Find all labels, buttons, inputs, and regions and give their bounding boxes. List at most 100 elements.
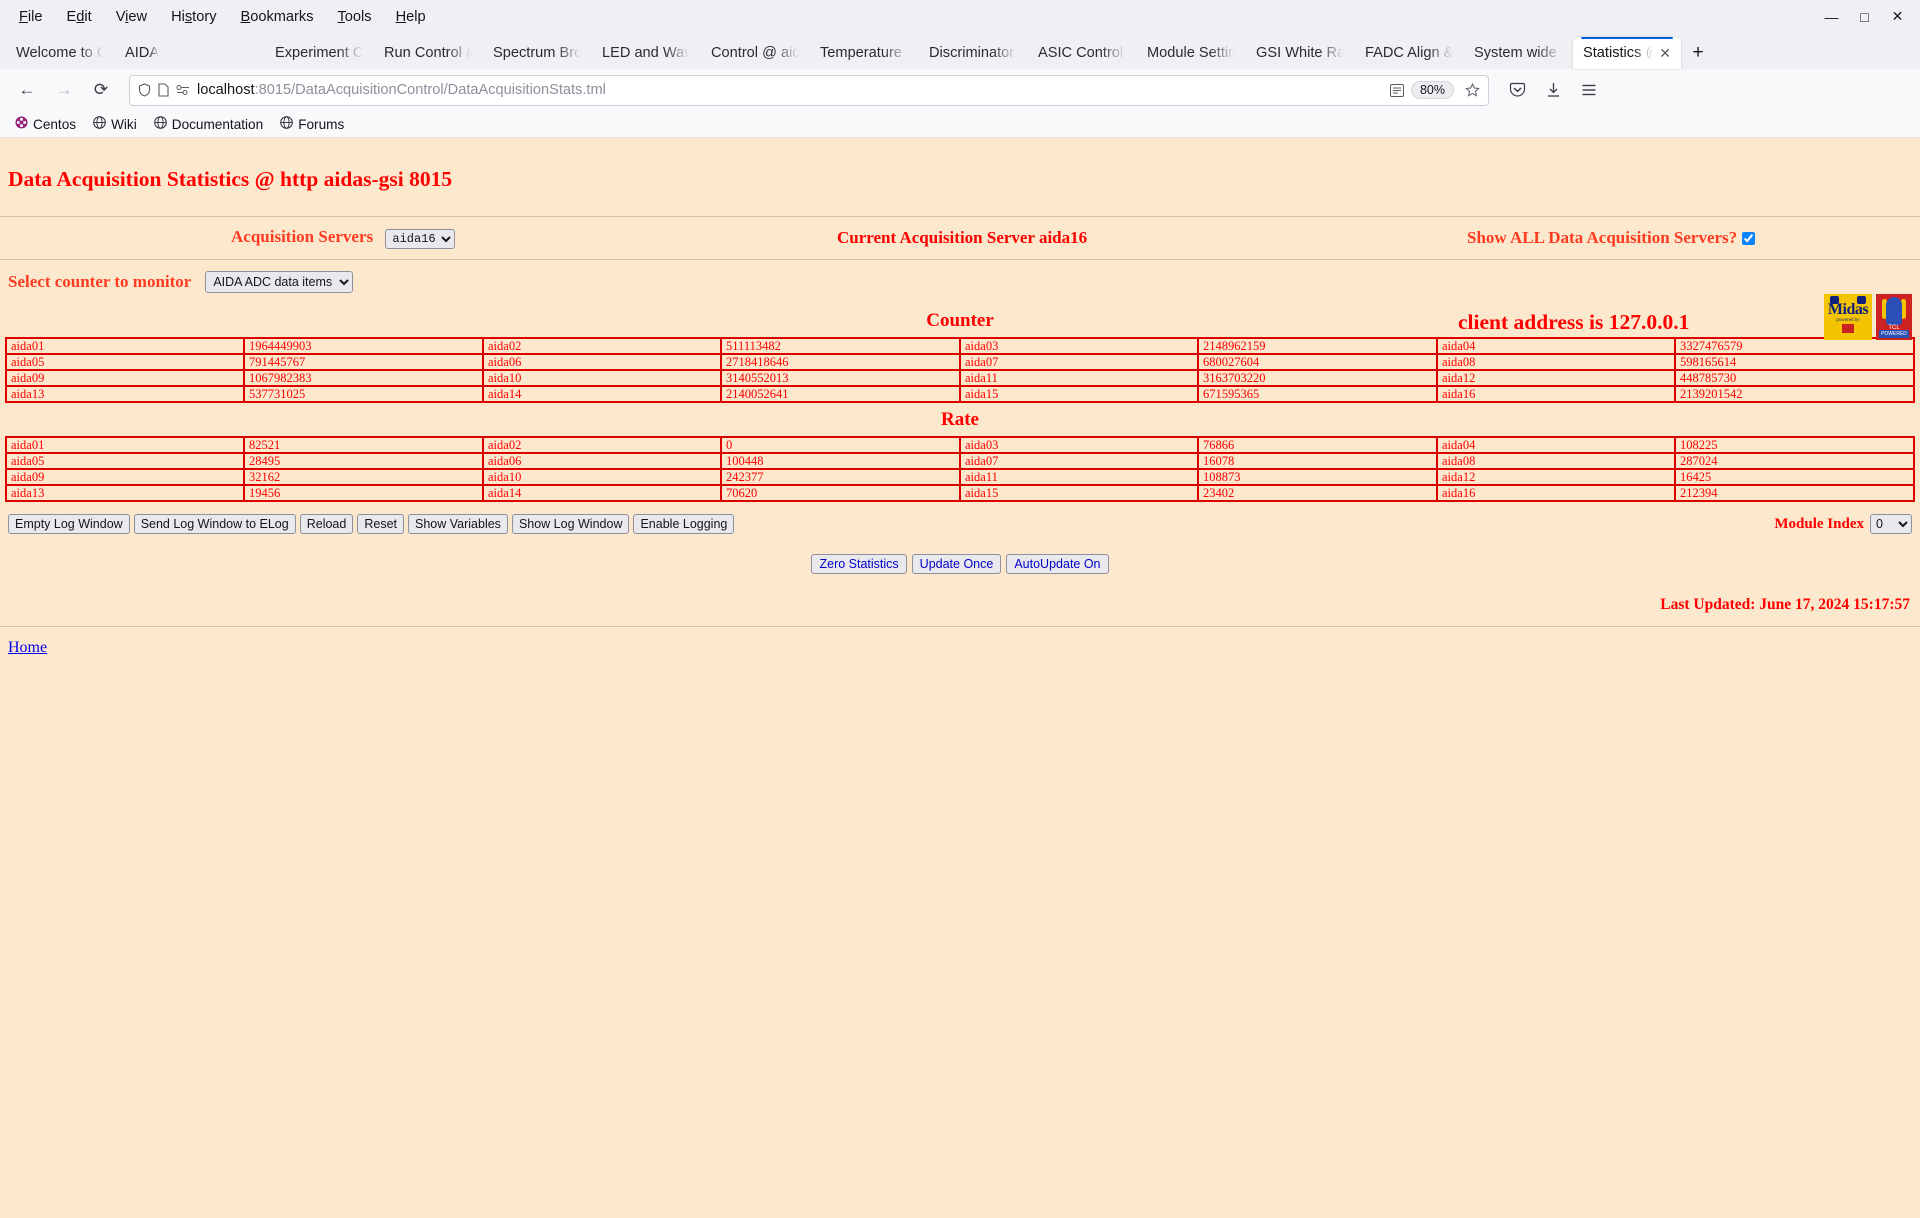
menu-bookmarks[interactable]: Bookmarks: [230, 5, 325, 29]
maximize-icon[interactable]: □: [1848, 1, 1881, 32]
rate-cell-label: aida06: [482, 452, 722, 470]
page-header: Data Acquisition Statistics @ http aidas…: [0, 138, 1920, 216]
reload-icon[interactable]: ⟳: [84, 74, 118, 106]
minimize-icon[interactable]: —: [1815, 1, 1848, 32]
rate-cell-label: aida08: [1436, 452, 1676, 470]
forward-icon[interactable]: →: [47, 74, 81, 106]
zero-statistics-button[interactable]: Zero Statistics: [811, 554, 907, 574]
zoom-level-indicator[interactable]: 80%: [1410, 81, 1454, 99]
menu-file[interactable]: FFileile: [8, 5, 54, 29]
midas-corner-right-icon: [1857, 296, 1866, 304]
navigation-toolbar: ← → ⟳ localhost:8015/DataAcquisitionCont…: [0, 69, 1920, 111]
reader-mode-icon[interactable]: [1389, 83, 1404, 97]
rate-cell-value: 242377: [720, 468, 961, 486]
tab-control[interactable]: Control @ aidas: [701, 37, 809, 69]
counter-cell-value: 1067982383: [243, 369, 484, 387]
bookmark-centos[interactable]: Centos: [8, 114, 83, 134]
tab-statistics[interactable]: Statistics @ a ✕: [1573, 37, 1681, 69]
show-log-window-button[interactable]: Show Log Window: [511, 514, 630, 534]
acquisition-servers-select[interactable]: aida16: [385, 229, 456, 249]
tab-gsi-white-rabbit[interactable]: GSI White Rabbi: [1246, 37, 1354, 69]
menu-edit[interactable]: Edit: [56, 5, 103, 29]
menu-view[interactable]: View: [105, 5, 158, 29]
tab-fadc-align[interactable]: FADC Align & C: [1355, 37, 1463, 69]
tab-led-and-waveform[interactable]: LED and Wavefo: [592, 37, 700, 69]
close-icon[interactable]: ✕: [1881, 1, 1914, 32]
menu-help[interactable]: Help: [385, 5, 437, 29]
back-icon[interactable]: ←: [10, 74, 44, 106]
rate-cell-value: 76866: [1197, 436, 1438, 454]
pocket-icon[interactable]: [1500, 74, 1534, 106]
autoupdate-on-button[interactable]: AutoUpdate On: [1006, 554, 1109, 574]
tab-blank[interactable]: [226, 37, 264, 69]
counter-select[interactable]: AIDA ADC data items: [205, 271, 354, 293]
rate-cell-value: 287024: [1674, 452, 1915, 470]
bookmark-forums[interactable]: Forums: [273, 114, 351, 134]
tab-temperature[interactable]: Temperature an: [810, 37, 918, 69]
table-row: aida01 82521 aida02 0 aida03 76866 aida0…: [5, 436, 1915, 454]
rate-section-title: Rate: [941, 409, 979, 430]
bookmark-wiki[interactable]: Wiki: [86, 114, 144, 134]
new-tab-button[interactable]: +: [1682, 37, 1714, 69]
download-icon[interactable]: [1536, 74, 1570, 106]
tab-close-icon[interactable]: ✕: [1659, 45, 1671, 62]
menu-history[interactable]: History: [160, 5, 227, 29]
reload-button[interactable]: Reload: [299, 514, 354, 534]
counter-cell-label: aida04: [1436, 337, 1676, 355]
tab-run-control[interactable]: Run Control @ a: [374, 37, 482, 69]
rate-cell-value: 28495: [243, 452, 484, 470]
counter-cell-label: aida14: [482, 385, 722, 403]
counter-table-body: aida01 1964449903 aida02 511113482 aida0…: [5, 337, 1915, 403]
counter-cell-value: 791445767: [243, 353, 484, 371]
rate-cell-label: aida07: [959, 452, 1199, 470]
tab-discriminator[interactable]: Discriminator co: [919, 37, 1027, 69]
rate-cell-value: 19456: [243, 484, 484, 502]
tab-strip: Welcome to Cen AIDA Experiment Cont Run …: [0, 33, 1920, 69]
table-row: aida05 28495 aida06 100448 aida07 16078 …: [5, 452, 1915, 470]
bookmark-label: Centos: [33, 116, 77, 132]
table-row: aida13 19456 aida14 70620 aida15 23402 a…: [5, 484, 1915, 502]
rate-cell-value: 82521: [243, 436, 484, 454]
rate-cell-label: aida05: [5, 452, 245, 470]
url-bar[interactable]: localhost:8015/DataAcquisitionControl/Da…: [129, 74, 1489, 106]
tab-aida[interactable]: AIDA: [115, 37, 225, 69]
tab-welcome-to-centos[interactable]: Welcome to Cen: [6, 37, 114, 69]
page-info-icon[interactable]: [158, 83, 169, 97]
url-text: localhost:8015/DataAcquisitionControl/Da…: [197, 82, 1383, 98]
bookmark-star-icon[interactable]: [1465, 83, 1480, 97]
rate-table: aida01 82521 aida02 0 aida03 76866 aida0…: [5, 436, 1915, 502]
app-menu-icon[interactable]: [1572, 74, 1606, 106]
page-title: Data Acquisition Statistics @ http aidas…: [8, 166, 453, 191]
window-controls: — □ ✕: [1815, 0, 1914, 33]
rate-cell-value: 108873: [1197, 468, 1438, 486]
tracking-protection-icon[interactable]: [176, 84, 190, 96]
log-button-row: Empty Log Window Send Log Window to ELog…: [0, 502, 1920, 534]
tcl-logo-text: TCL: [1888, 325, 1900, 331]
counter-cell-label: aida06: [482, 353, 722, 371]
show-all-servers-checkbox[interactable]: [1742, 231, 1756, 245]
module-index-select[interactable]: 0: [1870, 514, 1912, 534]
tab-system-wide[interactable]: System wide Ch: [1464, 37, 1572, 69]
empty-log-window-button[interactable]: Empty Log Window: [8, 514, 130, 534]
counter-cell-label: aida02: [482, 337, 722, 355]
counter-cell-value: 448785730: [1674, 369, 1915, 387]
counter-cell-value: 3140552013: [720, 369, 961, 387]
menu-tools[interactable]: Tools: [327, 5, 383, 29]
show-all-servers-group: Show ALL Data Acquisition Servers?: [1467, 228, 1756, 248]
reset-button[interactable]: Reset: [357, 514, 404, 534]
tab-spectrum-browser[interactable]: Spectrum Brows: [483, 37, 591, 69]
update-once-button[interactable]: Update Once: [911, 554, 1002, 574]
rate-cell-label: aida11: [959, 468, 1199, 486]
tab-asic-control[interactable]: ASIC Control @: [1028, 37, 1136, 69]
tab-module-settings[interactable]: Module Settings: [1137, 37, 1245, 69]
rate-cell-label: aida03: [959, 436, 1199, 454]
home-link[interactable]: Home: [8, 639, 47, 656]
tab-experiment-control[interactable]: Experiment Cont: [265, 37, 373, 69]
bookmark-label: Documentation: [171, 116, 264, 132]
send-log-window-to-elog-button[interactable]: Send Log Window to ELog: [133, 514, 296, 534]
enable-logging-button[interactable]: Enable Logging: [633, 514, 735, 534]
show-variables-button[interactable]: Show Variables: [408, 514, 508, 534]
bookmark-documentation[interactable]: Documentation: [147, 114, 270, 134]
counter-cell-label: aida05: [5, 353, 245, 371]
current-server-label: Current Acquisition Server aida16: [837, 228, 1088, 247]
